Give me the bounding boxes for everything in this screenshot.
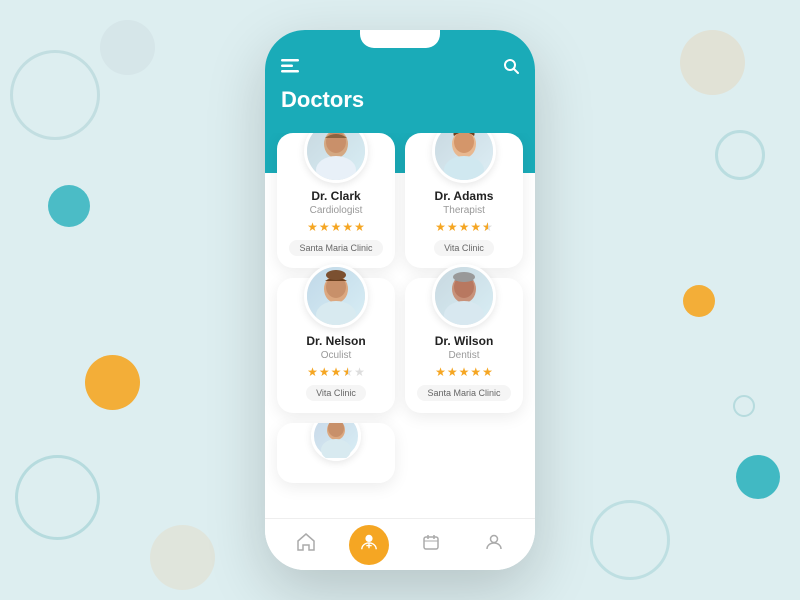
stars-adams: ★ ★ ★ ★ ★ ★: [435, 220, 493, 234]
clinic-adams: Vita Clinic: [434, 240, 494, 256]
bg-circle-5: [15, 455, 100, 540]
stars-wilson: ★ ★ ★ ★ ★: [435, 365, 493, 379]
stars-nelson: ★ ★ ★ ★ ★ ★: [307, 365, 365, 379]
phone-notch: [360, 30, 440, 48]
calendar-icon: [423, 534, 439, 555]
doctor-card-wilson[interactable]: Dr. Wilson Dentist ★ ★ ★ ★ ★ Santa Maria…: [405, 278, 523, 413]
clinic-clark: Santa Maria Clinic: [289, 240, 382, 256]
doctor-specialty-nelson: Oculist: [321, 350, 352, 361]
app-container: Doctors: [265, 30, 535, 570]
bg-circle-6: [680, 30, 745, 95]
doctor-card-clark[interactable]: Dr. Clark Cardiologist ★ ★ ★ ★ ★ Santa M…: [277, 133, 395, 268]
avatar-adams: [432, 133, 496, 183]
clinic-nelson: Vita Clinic: [306, 385, 366, 401]
doctor-name-nelson: Dr. Nelson: [306, 334, 365, 348]
doctors-grid: Dr. Clark Cardiologist ★ ★ ★ ★ ★ Santa M…: [277, 133, 523, 483]
nav-home[interactable]: [286, 525, 326, 565]
doctor-card-partial-left[interactable]: [277, 423, 395, 483]
menu-icon[interactable]: [281, 59, 299, 78]
phone-frame: Doctors: [265, 30, 535, 570]
doctor-name-clark: Dr. Clark: [311, 189, 360, 203]
doctor-card-nelson[interactable]: Dr. Nelson Oculist ★ ★ ★ ★ ★ ★ V: [277, 278, 395, 413]
nav-profile[interactable]: [474, 525, 514, 565]
avatar-nelson: [304, 264, 368, 328]
page-title: Doctors: [281, 87, 519, 113]
nav-calendar[interactable]: [411, 525, 451, 565]
bg-circle-7: [715, 130, 765, 180]
bg-circle-12: [150, 525, 215, 590]
bg-circle-2: [100, 20, 155, 75]
stars-clark: ★ ★ ★ ★ ★: [307, 220, 365, 234]
doctor-name-wilson: Dr. Wilson: [435, 334, 494, 348]
phone-body: Doctors: [265, 30, 535, 570]
doctors-icon: [360, 533, 378, 556]
nav-doctors[interactable]: [349, 525, 389, 565]
bg-circle-10: [736, 455, 780, 499]
clinic-wilson: Santa Maria Clinic: [417, 385, 510, 401]
avatar-partial: [311, 423, 361, 461]
spacer: [405, 423, 523, 431]
home-icon: [297, 533, 315, 556]
bg-circle-9: [733, 395, 755, 417]
doctors-list[interactable]: Dr. Clark Cardiologist ★ ★ ★ ★ ★ Santa M…: [265, 133, 535, 518]
bg-circle-8: [683, 285, 715, 317]
bg-circle-1: [10, 50, 100, 140]
doctor-specialty-clark: Cardiologist: [310, 205, 363, 216]
search-icon[interactable]: [503, 58, 519, 79]
doctor-specialty-adams: Therapist: [443, 205, 485, 216]
avatar-clark: [304, 133, 368, 183]
bg-circle-3: [48, 185, 90, 227]
profile-icon: [486, 534, 502, 555]
bottom-nav: [265, 518, 535, 570]
bg-circle-4: [85, 355, 140, 410]
avatar-wilson: [432, 264, 496, 328]
doctor-card-adams[interactable]: Dr. Adams Therapist ★ ★ ★ ★ ★ ★: [405, 133, 523, 268]
doctor-specialty-wilson: Dentist: [448, 350, 479, 361]
header-top-bar: [281, 58, 519, 79]
bg-circle-11: [590, 500, 670, 580]
doctor-name-adams: Dr. Adams: [435, 189, 494, 203]
